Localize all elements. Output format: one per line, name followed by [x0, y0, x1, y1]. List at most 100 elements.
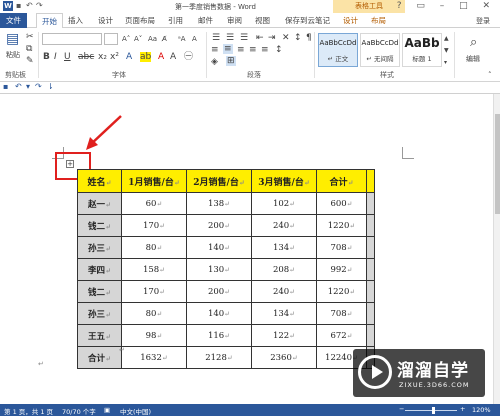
language-label[interactable]: 中文(中国)	[120, 406, 151, 416]
name-cell[interactable]: 李四↵	[77, 258, 122, 281]
redo-icon[interactable]: ↷	[35, 82, 42, 91]
value-cell[interactable]: 80↵	[121, 302, 187, 325]
font-size-combo[interactable]	[104, 33, 118, 45]
style-normal[interactable]: AaBbCcDd ↵ 正文	[318, 33, 358, 67]
value-cell[interactable]: 672↵	[316, 324, 367, 347]
value-cell[interactable]: 208↵	[251, 258, 317, 281]
enclose-characters-icon[interactable]: ㊀	[184, 52, 193, 62]
value-cell[interactable]: 2128↵	[186, 346, 252, 369]
character-shading-icon[interactable]: A	[170, 52, 176, 62]
word-count[interactable]: 70/70 个字	[62, 406, 96, 416]
value-cell[interactable]: 130↵	[186, 258, 252, 281]
subscript-icon[interactable]: x₂	[98, 52, 107, 62]
shrink-font-icon[interactable]: A˅	[134, 34, 142, 44]
paste-icon[interactable]: ▤	[6, 32, 19, 46]
decrease-indent-icon[interactable]: ⇤	[256, 33, 264, 43]
style-heading-1[interactable]: AaBb 标题 1	[402, 33, 442, 67]
value-cell[interactable]: 170↵	[121, 214, 187, 237]
align-right-icon[interactable]: ≡	[237, 45, 245, 55]
name-cell[interactable]: 赵一↵	[77, 192, 122, 215]
tab-home[interactable]: 开始	[36, 13, 63, 29]
header-cell[interactable]: 姓名↵	[77, 169, 122, 193]
strikethrough-icon[interactable]: abc	[78, 52, 94, 62]
undo-icon[interactable]: ↶	[26, 1, 33, 10]
character-border-icon[interactable]: A	[192, 34, 197, 44]
value-cell[interactable]: 240↵	[251, 214, 317, 237]
zoom-level[interactable]: 120%	[472, 406, 491, 414]
value-cell[interactable]: 102↵	[251, 192, 317, 215]
save-icon[interactable]: ▪	[3, 82, 8, 91]
chinese-layout-icon[interactable]: ✕	[282, 33, 290, 43]
value-cell[interactable]: 158↵	[121, 258, 187, 281]
show-marks-icon[interactable]: ¶	[306, 33, 312, 43]
header-cell[interactable]: 1月销售/台↵	[121, 169, 187, 193]
value-cell[interactable]: 140↵	[186, 302, 252, 325]
format-painter-icon[interactable]: ✎	[26, 56, 34, 66]
cut-icon[interactable]: ✂	[26, 32, 34, 42]
tab-references[interactable]: 引用	[168, 13, 183, 28]
page-count[interactable]: 第 1 页，共 1 页	[4, 406, 53, 416]
justify-icon[interactable]: ≡	[249, 45, 257, 55]
clear-format-icon[interactable]: A̸	[162, 34, 167, 44]
value-cell[interactable]: 240↵	[251, 280, 317, 303]
numbering-icon[interactable]: ☰	[226, 33, 234, 43]
value-cell[interactable]: 60↵	[121, 192, 187, 215]
value-cell[interactable]: 116↵	[186, 324, 252, 347]
header-cell[interactable]: 3月销售/台↵	[251, 169, 317, 193]
value-cell[interactable]: 1220↵	[316, 214, 367, 237]
align-center-icon[interactable]: ≡	[223, 44, 233, 54]
name-cell[interactable]: 钱二↵	[77, 280, 122, 303]
value-cell[interactable]: 708↵	[316, 302, 367, 325]
sales-table[interactable]: 姓名↵ 1月销售/台↵ 2月销售/台↵ 3月销售/台↵ 合计↵ 赵一↵ 60↵ 138↵ 102…	[77, 169, 375, 369]
scrollbar-thumb[interactable]	[495, 114, 500, 214]
value-cell[interactable]: 1632↵	[121, 346, 187, 369]
highlight-color-icon[interactable]: ab	[140, 52, 152, 62]
phonetic-guide-icon[interactable]: ᵃA	[178, 34, 186, 44]
sign-in-link[interactable]: 登录	[476, 16, 490, 26]
word-app-icon[interactable]: W	[3, 1, 13, 11]
header-cell[interactable]: 合计↵	[316, 169, 367, 193]
value-cell[interactable]: 138↵	[186, 192, 252, 215]
name-cell[interactable]: 孙三↵	[77, 236, 122, 259]
value-cell[interactable]: 200↵	[186, 280, 252, 303]
undo-dropdown-icon[interactable]: ▾	[26, 82, 30, 91]
tab-view[interactable]: 视图	[255, 13, 270, 28]
name-cell[interactable]: 孙三↵	[77, 302, 122, 325]
line-spacing-icon[interactable]: ↕	[275, 45, 283, 55]
borders-icon[interactable]: ⊞	[226, 56, 236, 66]
redo-icon[interactable]: ↷	[36, 1, 43, 10]
value-cell[interactable]: 708↵	[316, 236, 367, 259]
value-cell[interactable]: 122↵	[251, 324, 317, 347]
value-cell[interactable]: 170↵	[121, 280, 187, 303]
zoom-slider-knob[interactable]	[432, 407, 435, 414]
name-cell[interactable]: 钱二↵	[77, 214, 122, 237]
change-case-icon[interactable]: Aa	[148, 34, 157, 44]
paste-button[interactable]: 粘贴	[6, 50, 20, 60]
font-name-combo[interactable]	[42, 33, 102, 45]
vertical-scrollbar[interactable]	[493, 94, 500, 404]
proofing-icon[interactable]: ▣	[104, 406, 110, 414]
multilevel-list-icon[interactable]: ☰	[240, 33, 248, 43]
styles-scroll-up-icon[interactable]: ▲	[444, 34, 449, 44]
value-cell[interactable]: 134↵	[251, 302, 317, 325]
tab-review[interactable]: 审阅	[227, 13, 242, 28]
tab-design[interactable]: 设计	[98, 13, 113, 28]
name-cell[interactable]: 合计↵	[77, 346, 122, 369]
customize-qat-icon[interactable]: ⇂	[47, 82, 54, 91]
collapse-ribbon-icon[interactable]: ˄	[488, 70, 492, 80]
window-controls[interactable]: ? ▭ – □ ✕	[397, 1, 496, 11]
tab-page-layout[interactable]: 页面布局	[125, 13, 155, 28]
find-icon[interactable]: ⌕	[470, 36, 477, 49]
value-cell[interactable]: 600↵	[316, 192, 367, 215]
editing-button[interactable]: 编辑	[466, 54, 480, 64]
grow-font-icon[interactable]: A˄	[122, 34, 130, 44]
style-no-spacing[interactable]: AaBbCcDd ↵ 无间隔	[360, 33, 400, 67]
superscript-icon[interactable]: x²	[110, 52, 119, 62]
tab-mailings[interactable]: 邮件	[198, 13, 213, 28]
tab-save-to-cloud[interactable]: 保存到云笔记	[285, 13, 330, 28]
value-cell[interactable]: 80↵	[121, 236, 187, 259]
sort-icon[interactable]: ↕	[294, 33, 302, 43]
header-cell[interactable]: 2月销售/台↵	[186, 169, 252, 193]
bullets-icon[interactable]: ☰	[212, 33, 220, 43]
zoom-out-icon[interactable]: −	[399, 405, 404, 413]
